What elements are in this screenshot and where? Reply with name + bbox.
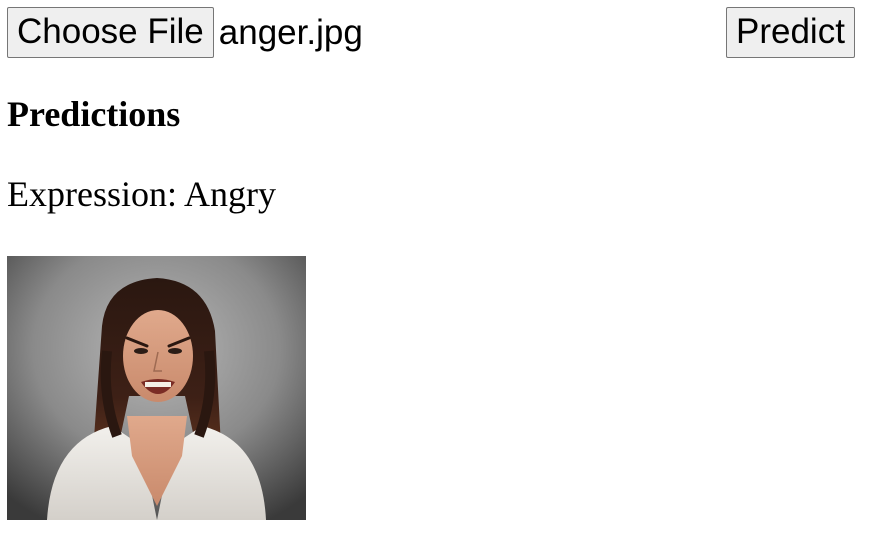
- expression-value: Angry: [184, 174, 276, 214]
- expression-result: Expression: Angry: [7, 173, 276, 215]
- file-upload-control: Choose File anger.jpg: [7, 7, 363, 58]
- uploaded-photo: [7, 256, 306, 520]
- selected-file-name: anger.jpg: [218, 12, 363, 52]
- predictions-heading: Predictions: [7, 94, 181, 134]
- expression-label: Expression:: [7, 174, 177, 214]
- predict-button[interactable]: Predict: [726, 7, 855, 58]
- choose-file-button[interactable]: Choose File: [7, 7, 214, 58]
